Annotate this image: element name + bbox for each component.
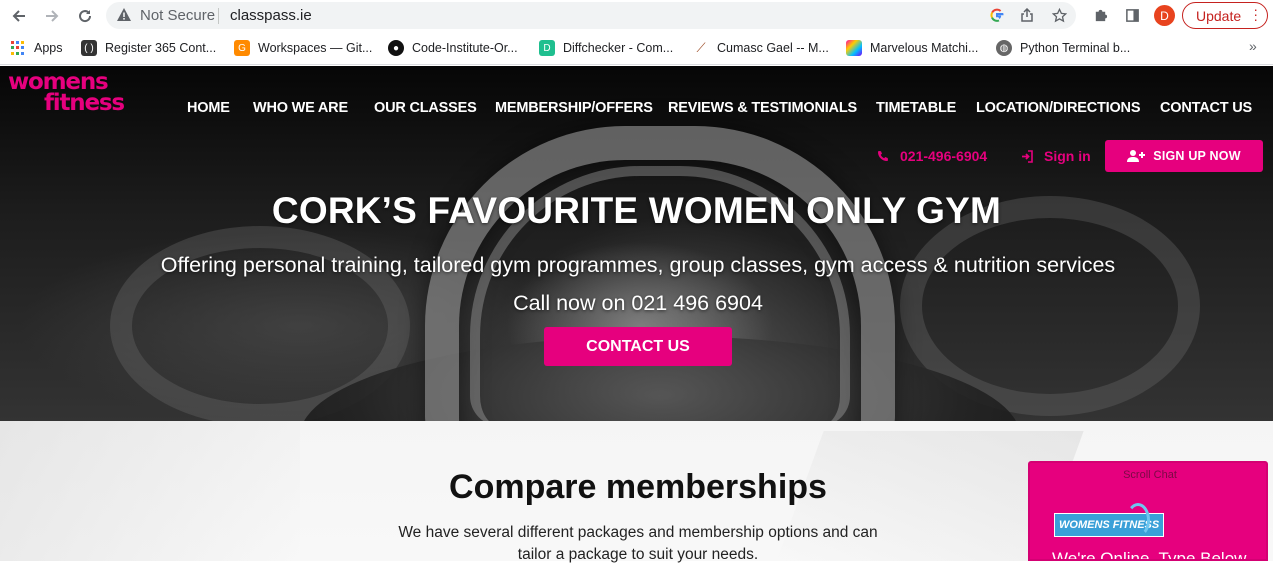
diffchecker-icon: D: [539, 40, 555, 56]
sign-up-label: SIGN UP NOW: [1153, 149, 1241, 163]
bookmark-item[interactable]: G Workspaces — Git...: [234, 39, 372, 57]
signin-link[interactable]: Sign in: [1020, 148, 1091, 164]
star-bookmark-icon[interactable]: [1050, 6, 1068, 24]
phone-number: 021-496-6904: [900, 148, 988, 164]
bookmark-label: Cumasc Gael -- M...: [717, 41, 829, 55]
nav-timetable[interactable]: TIMETABLE: [876, 100, 956, 116]
globe-icon: ◍: [996, 40, 1012, 56]
nav-location-directions[interactable]: LOCATION/DIRECTIONS: [976, 100, 1140, 116]
gitpod-icon: G: [234, 40, 250, 56]
contact-us-button[interactable]: CONTACT US: [544, 327, 732, 366]
nav-contact-us[interactable]: CONTACT US: [1160, 100, 1252, 116]
hero-subtitle: Offering personal training, tailored gym…: [160, 253, 1116, 277]
kebab-menu-icon: · · ·: [1253, 1, 1258, 27]
bookmark-item[interactable]: D Diffchecker - Com...: [539, 39, 673, 57]
add-user-icon: [1127, 149, 1146, 163]
guitar-icon: ⟋: [696, 40, 706, 55]
bookmark-item[interactable]: ⟋ Cumasc Gael -- M...: [693, 39, 829, 57]
profile-avatar[interactable]: D: [1154, 5, 1175, 26]
reload-icon[interactable]: [74, 5, 96, 27]
bookmark-label: Register 365 Cont...: [105, 41, 217, 55]
main-navigation: HOME WHO WE ARE OUR CLASSES MEMBERSHIP/O…: [0, 100, 1273, 118]
chat-logo-swirl: [1126, 503, 1150, 537]
chat-message: We're Online. Type Below: [1052, 549, 1247, 561]
nav-membership-offers[interactable]: MEMBERSHIP/OFFERS: [495, 100, 653, 116]
url-text[interactable]: classpass.ie: [230, 7, 312, 24]
apps-grid-icon: [11, 41, 25, 55]
bookmark-item[interactable]: Marvelous Matchi...: [846, 39, 978, 57]
colorful-cube-icon: [846, 40, 862, 56]
bookmark-label: Diffchecker - Com...: [563, 41, 674, 55]
side-panel-icon[interactable]: [1122, 5, 1142, 25]
hero-call-text: Call now on 021 496 6904: [513, 291, 763, 315]
nav-our-classes[interactable]: OUR CLASSES: [374, 100, 477, 116]
github-icon: ●: [388, 40, 404, 56]
bracket-icon: ( ): [81, 40, 97, 56]
google-icon[interactable]: [988, 6, 1006, 24]
extensions-puzzle-icon[interactable]: [1090, 5, 1110, 25]
bookmark-label: Apps: [34, 41, 63, 55]
bookmark-label: Code-Institute-Or...: [412, 41, 518, 55]
chat-header: Scroll Chat: [1123, 469, 1177, 481]
update-button[interactable]: Update · · ·: [1182, 2, 1268, 29]
forward-arrow-icon[interactable]: [41, 5, 63, 27]
bookmark-label: Python Terminal b...: [1020, 41, 1131, 55]
sign-in-icon: [1020, 149, 1034, 163]
address-bar[interactable]: Not Secure classpass.ie: [106, 2, 1076, 29]
more-bookmarks-chevron[interactable]: »: [1249, 38, 1257, 54]
phone-link[interactable]: 021-496-6904: [876, 148, 987, 164]
bookmark-item[interactable]: ( ) Register 365 Cont...: [81, 39, 216, 57]
security-status[interactable]: Not Secure: [140, 7, 215, 24]
compare-description: We have several different packages and m…: [398, 524, 878, 563]
share-icon[interactable]: [1018, 6, 1036, 24]
bookmarks-bar: Apps ( ) Register 365 Cont... G Workspac…: [0, 32, 1273, 65]
bookmark-item[interactable]: ◍ Python Terminal b...: [996, 39, 1130, 57]
signin-label: Sign in: [1044, 148, 1091, 164]
bookmark-item[interactable]: ● Code-Institute-Or...: [388, 39, 518, 57]
nav-home[interactable]: HOME: [187, 100, 230, 116]
bookmark-label: Marvelous Matchi...: [870, 41, 979, 55]
warning-triangle-icon[interactable]: [116, 7, 132, 23]
bookmark-apps[interactable]: Apps: [11, 39, 63, 57]
browser-toolbar: Not Secure classpass.ie D Update · · ·: [0, 0, 1273, 32]
hero-section: [0, 66, 1273, 421]
nav-reviews-testimonials[interactable]: REVIEWS & TESTIMONIALS: [668, 100, 857, 116]
back-arrow-icon[interactable]: [8, 5, 30, 27]
sign-up-now-button[interactable]: SIGN UP NOW: [1105, 140, 1263, 172]
hero-title: CORK’S FAVOURITE WOMEN ONLY GYM: [271, 190, 1002, 231]
update-label: Update: [1196, 7, 1242, 24]
omnibox-divider: [218, 8, 219, 24]
phone-icon: [876, 149, 890, 163]
bookmark-label: Workspaces — Git...: [258, 41, 373, 55]
nav-who-we-are[interactable]: WHO WE ARE: [253, 100, 348, 116]
chat-widget[interactable]: Scroll Chat WOMENS FITNESS We're Online.…: [1028, 461, 1268, 561]
